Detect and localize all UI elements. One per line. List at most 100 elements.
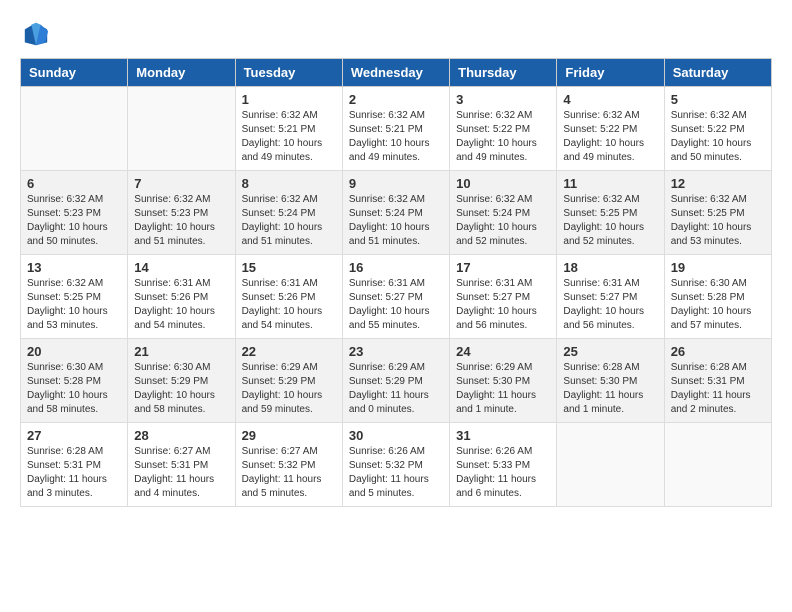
day-cell: 10 Sunrise: 6:32 AMSunset: 5:24 PMDayligh… [450, 171, 557, 255]
day-info: Sunrise: 6:31 AMSunset: 5:27 PMDaylight:… [349, 277, 443, 333]
day-number: 1 [242, 92, 336, 107]
day-cell: 13 Sunrise: 6:32 AMSunset: 5:25 PMDayligh… [21, 255, 128, 339]
week-row-3: 13 Sunrise: 6:32 AMSunset: 5:25 PMDayligh… [21, 255, 772, 339]
day-info: Sunrise: 6:26 AMSunset: 5:32 PMDaylight:… [349, 445, 443, 501]
day-info: Sunrise: 6:32 AMSunset: 5:24 PMDaylight:… [456, 193, 550, 249]
day-number: 10 [456, 176, 550, 191]
day-cell: 23 Sunrise: 6:29 AMSunset: 5:29 PMDayligh… [342, 339, 449, 423]
day-cell: 2 Sunrise: 6:32 AMSunset: 5:21 PMDaylight… [342, 87, 449, 171]
day-cell: 11 Sunrise: 6:32 AMSunset: 5:25 PMDayligh… [557, 171, 664, 255]
week-row-5: 27 Sunrise: 6:28 AMSunset: 5:31 PMDayligh… [21, 423, 772, 507]
day-cell: 26Sunrise: 6:28 AMSunset: 5:31 PMDayligh… [664, 339, 771, 423]
day-number: 25 [563, 344, 657, 359]
calendar-header-row: SundayMondayTuesdayWednesdayThursdayFrid… [21, 59, 772, 87]
day-number: 11 [563, 176, 657, 191]
day-cell: 4Sunrise: 6:32 AMSunset: 5:22 PMDaylight… [557, 87, 664, 171]
day-number: 23 [349, 344, 443, 359]
day-cell: 1 Sunrise: 6:32 AMSunset: 5:21 PMDaylight… [235, 87, 342, 171]
header-thursday: Thursday [450, 59, 557, 87]
day-cell: 27 Sunrise: 6:28 AMSunset: 5:31 PMDayligh… [21, 423, 128, 507]
day-cell: 17 Sunrise: 6:31 AMSunset: 5:27 PMDayligh… [450, 255, 557, 339]
day-number: 16 [349, 260, 443, 275]
day-number: 27 [27, 428, 121, 443]
day-number: 15 [242, 260, 336, 275]
logo [20, 20, 54, 48]
day-cell: 9Sunrise: 6:32 AMSunset: 5:24 PMDaylight… [342, 171, 449, 255]
day-cell: 29 Sunrise: 6:27 AMSunset: 5:32 PMDayligh… [235, 423, 342, 507]
day-number: 13 [27, 260, 121, 275]
header-monday: Monday [128, 59, 235, 87]
page-header [20, 20, 772, 48]
day-cell [21, 87, 128, 171]
day-info: Sunrise: 6:31 AMSunset: 5:26 PMDaylight:… [134, 277, 228, 333]
day-info: Sunrise: 6:32 AMSunset: 5:22 PMDaylight:… [671, 109, 765, 165]
day-number: 5 [671, 92, 765, 107]
day-number: 4 [563, 92, 657, 107]
header-saturday: Saturday [664, 59, 771, 87]
day-cell: 16 Sunrise: 6:31 AMSunset: 5:27 PMDayligh… [342, 255, 449, 339]
day-info: Sunrise: 6:30 AMSunset: 5:29 PMDaylight:… [134, 361, 228, 417]
header-friday: Friday [557, 59, 664, 87]
day-cell: 22Sunrise: 6:29 AMSunset: 5:29 PMDayligh… [235, 339, 342, 423]
day-cell: 19 Sunrise: 6:30 AMSunset: 5:28 PMDayligh… [664, 255, 771, 339]
day-cell [557, 423, 664, 507]
day-cell: 25Sunrise: 6:28 AMSunset: 5:30 PMDayligh… [557, 339, 664, 423]
day-cell [128, 87, 235, 171]
day-info: Sunrise: 6:31 AMSunset: 5:27 PMDaylight:… [563, 277, 657, 333]
day-number: 30 [349, 428, 443, 443]
header-tuesday: Tuesday [235, 59, 342, 87]
day-info: Sunrise: 6:26 AMSunset: 5:33 PMDaylight:… [456, 445, 550, 501]
header-sunday: Sunday [21, 59, 128, 87]
day-cell: 15Sunrise: 6:31 AMSunset: 5:26 PMDayligh… [235, 255, 342, 339]
day-info: Sunrise: 6:32 AMSunset: 5:21 PMDaylight:… [242, 109, 336, 165]
day-info: Sunrise: 6:32 AMSunset: 5:25 PMDaylight:… [563, 193, 657, 249]
day-number: 28 [134, 428, 228, 443]
day-cell: 24Sunrise: 6:29 AMSunset: 5:30 PMDayligh… [450, 339, 557, 423]
day-cell: 28 Sunrise: 6:27 AMSunset: 5:31 PMDayligh… [128, 423, 235, 507]
day-info: Sunrise: 6:30 AMSunset: 5:28 PMDaylight:… [671, 277, 765, 333]
day-cell: 14 Sunrise: 6:31 AMSunset: 5:26 PMDayligh… [128, 255, 235, 339]
week-row-2: 6 Sunrise: 6:32 AMSunset: 5:23 PMDaylight… [21, 171, 772, 255]
day-info: Sunrise: 6:32 AMSunset: 5:24 PMDaylight:… [349, 193, 443, 249]
day-info: Sunrise: 6:27 AMSunset: 5:31 PMDaylight:… [134, 445, 228, 501]
day-info: Sunrise: 6:32 AMSunset: 5:23 PMDaylight:… [134, 193, 228, 249]
day-info: Sunrise: 6:31 AMSunset: 5:27 PMDaylight:… [456, 277, 550, 333]
day-info: Sunrise: 6:32 AMSunset: 5:23 PMDaylight:… [27, 193, 121, 249]
week-row-1: 1 Sunrise: 6:32 AMSunset: 5:21 PMDaylight… [21, 87, 772, 171]
day-number: 7 [134, 176, 228, 191]
day-cell: 7 Sunrise: 6:32 AMSunset: 5:23 PMDaylight… [128, 171, 235, 255]
day-number: 29 [242, 428, 336, 443]
day-number: 21 [134, 344, 228, 359]
day-info: Sunrise: 6:30 AMSunset: 5:28 PMDaylight:… [27, 361, 121, 417]
day-number: 19 [671, 260, 765, 275]
day-number: 3 [456, 92, 550, 107]
day-cell: 18 Sunrise: 6:31 AMSunset: 5:27 PMDayligh… [557, 255, 664, 339]
day-info: Sunrise: 6:32 AMSunset: 5:25 PMDaylight:… [27, 277, 121, 333]
day-number: 18 [563, 260, 657, 275]
day-number: 14 [134, 260, 228, 275]
calendar-table: SundayMondayTuesdayWednesdayThursdayFrid… [20, 58, 772, 507]
day-info: Sunrise: 6:32 AMSunset: 5:21 PMDaylight:… [349, 109, 443, 165]
day-info: Sunrise: 6:29 AMSunset: 5:29 PMDaylight:… [349, 361, 443, 417]
logo-icon [22, 20, 50, 48]
day-cell: 30 Sunrise: 6:26 AMSunset: 5:32 PMDayligh… [342, 423, 449, 507]
day-number: 22 [242, 344, 336, 359]
day-number: 20 [27, 344, 121, 359]
day-number: 2 [349, 92, 443, 107]
day-info: Sunrise: 6:29 AMSunset: 5:30 PMDaylight:… [456, 361, 550, 417]
day-cell: 31 Sunrise: 6:26 AMSunset: 5:33 PMDayligh… [450, 423, 557, 507]
day-number: 31 [456, 428, 550, 443]
header-wednesday: Wednesday [342, 59, 449, 87]
day-cell [664, 423, 771, 507]
day-number: 6 [27, 176, 121, 191]
day-cell: 21 Sunrise: 6:30 AMSunset: 5:29 PMDayligh… [128, 339, 235, 423]
day-cell: 3Sunrise: 6:32 AMSunset: 5:22 PMDaylight… [450, 87, 557, 171]
day-number: 17 [456, 260, 550, 275]
day-info: Sunrise: 6:27 AMSunset: 5:32 PMDaylight:… [242, 445, 336, 501]
day-cell: 12Sunrise: 6:32 AMSunset: 5:25 PMDayligh… [664, 171, 771, 255]
day-cell: 20 Sunrise: 6:30 AMSunset: 5:28 PMDayligh… [21, 339, 128, 423]
day-cell: 6 Sunrise: 6:32 AMSunset: 5:23 PMDaylight… [21, 171, 128, 255]
day-info: Sunrise: 6:32 AMSunset: 5:25 PMDaylight:… [671, 193, 765, 249]
day-number: 8 [242, 176, 336, 191]
day-info: Sunrise: 6:28 AMSunset: 5:31 PMDaylight:… [27, 445, 121, 501]
